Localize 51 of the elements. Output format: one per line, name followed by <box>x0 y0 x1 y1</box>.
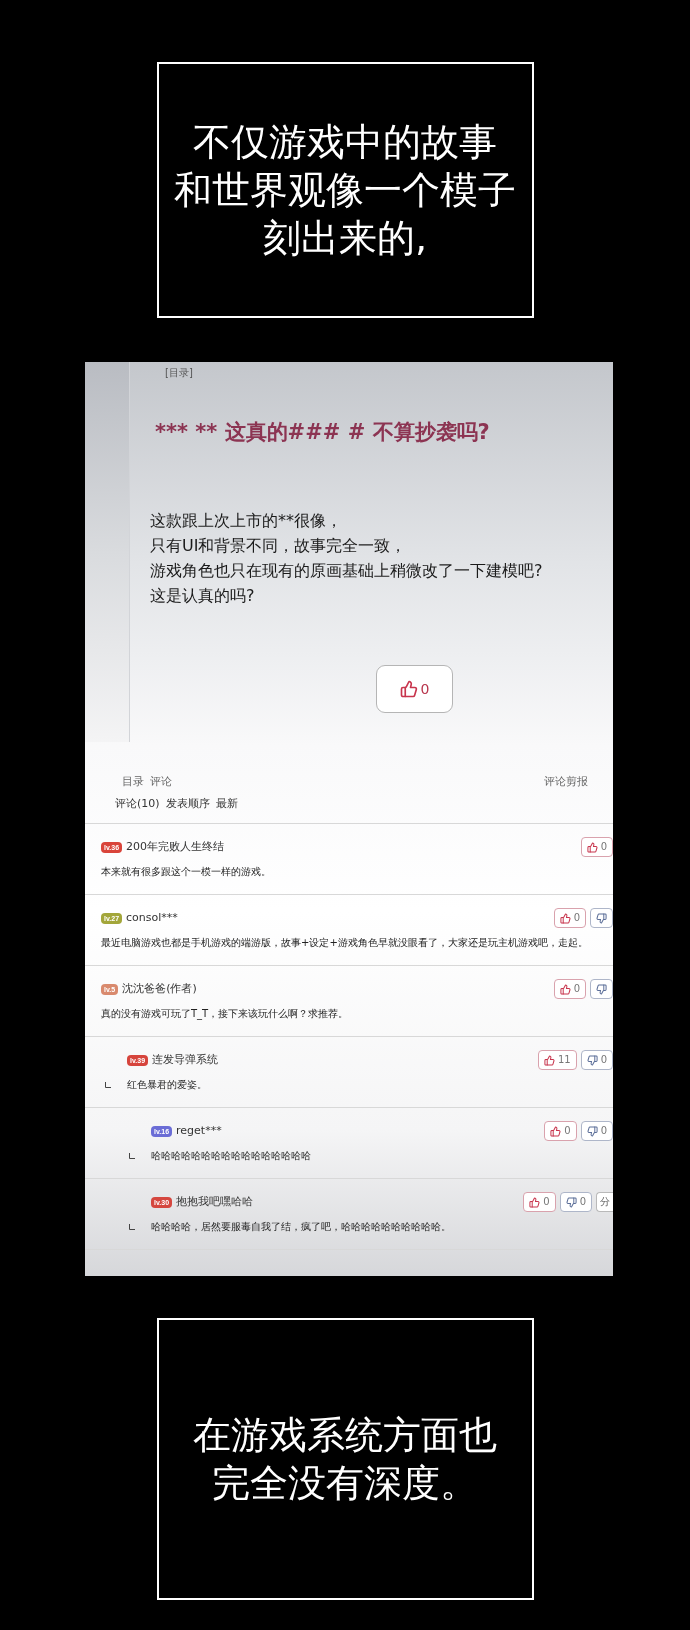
sort-option-link[interactable]: 最新 <box>215 797 238 811</box>
dislike-button[interactable] <box>590 979 613 999</box>
comment-author: consol*** <box>126 909 178 926</box>
thumbs-up-icon <box>559 983 571 995</box>
post-body: 这款跟上次上市的**很像， 只有UI和背景不同，故事完全一致， 游戏角色也只在现有的原画基础上稍微改了一下建模吧? 这是认真的吗? <box>150 510 543 607</box>
thumbs-down-icon <box>586 1054 598 1066</box>
like-button[interactable]: 0 <box>523 1192 556 1212</box>
comment-text: 红色暴君的爱姿。 <box>127 1078 207 1092</box>
thumbs-down-icon <box>586 1125 598 1137</box>
comment-author: reget*** <box>176 1122 222 1139</box>
thumbs-up-icon <box>586 841 598 853</box>
reply-corner-icon <box>105 1082 111 1088</box>
nav-link[interactable]: 目录 <box>122 775 144 789</box>
thumbs-down-icon <box>565 1196 577 1208</box>
thumbs-up-icon <box>399 680 418 698</box>
like-button[interactable]: 11 <box>537 1050 577 1070</box>
dislike-button[interactable]: 0 <box>559 1192 592 1212</box>
post-title: *** ** 这真的### # 不算抄袭吗? <box>155 419 490 446</box>
comment-author: 抱抱我吧嘿哈哈 <box>176 1193 254 1210</box>
thumbs-up-icon <box>529 1196 541 1208</box>
sort-option-link[interactable]: 发表顺序 <box>165 797 210 811</box>
reply-corner-icon <box>129 1153 135 1159</box>
comment-text: 本来就有很多跟这个一模一样的游戏。 <box>101 865 271 879</box>
like-button[interactable]: 0 <box>376 665 453 713</box>
share-button[interactable]: 分 <box>596 1192 613 1212</box>
comment-count: 评论(10) <box>115 797 160 811</box>
thumbs-up-icon <box>559 912 571 924</box>
dislike-button[interactable] <box>590 908 613 928</box>
like-button[interactable]: 0 <box>580 837 613 857</box>
thumbs-up-icon <box>550 1125 562 1137</box>
caption-text: 在游戏系统方面也 完全没有深度。 <box>193 1412 497 1507</box>
thumbs-down-icon <box>596 912 607 924</box>
like-button[interactable]: 0 <box>553 908 586 928</box>
reply-corner-icon <box>129 1224 135 1230</box>
comment-author: 连发导弹系统 <box>152 1051 219 1068</box>
like-button[interactable]: 0 <box>553 979 586 999</box>
comment-text: 真的没有游戏可玩了T_T，接下来该玩什么啊？求推荐。 <box>101 1007 349 1021</box>
dislike-button[interactable]: 0 <box>580 1121 613 1141</box>
comment-text: 哈哈哈哈，居然要服毒自我了结，疯了吧，哈哈哈哈哈哈哈哈哈哈。 <box>151 1220 451 1234</box>
thumbs-down-icon <box>596 983 607 995</box>
comment-text: 哈哈哈哈哈哈哈哈哈哈哈哈哈哈哈哈 <box>151 1149 311 1163</box>
comment-clip-link[interactable]: 评论剪报 <box>544 775 588 789</box>
comment-author: 200年完败人生终结 <box>126 838 225 855</box>
like-button[interactable]: 0 <box>544 1121 577 1141</box>
nav-link[interactable]: 评论 <box>150 775 172 789</box>
comment-text: 最近电脑游戏也都是手机游戏的端游版，故事+设定+游戏角色早就没眼看了，大家还是玩主机游戏吧，走起。 <box>101 936 588 950</box>
dislike-button[interactable]: 0 <box>580 1050 613 1070</box>
thumbs-up-icon <box>543 1054 555 1066</box>
comment-author: 沈沈爸爸(作者) <box>122 980 197 997</box>
contents-link[interactable]: [目录] <box>165 366 193 380</box>
caption-text: 不仅游戏中的故事 和世界观像一个模子 刻出来的, <box>174 119 516 262</box>
